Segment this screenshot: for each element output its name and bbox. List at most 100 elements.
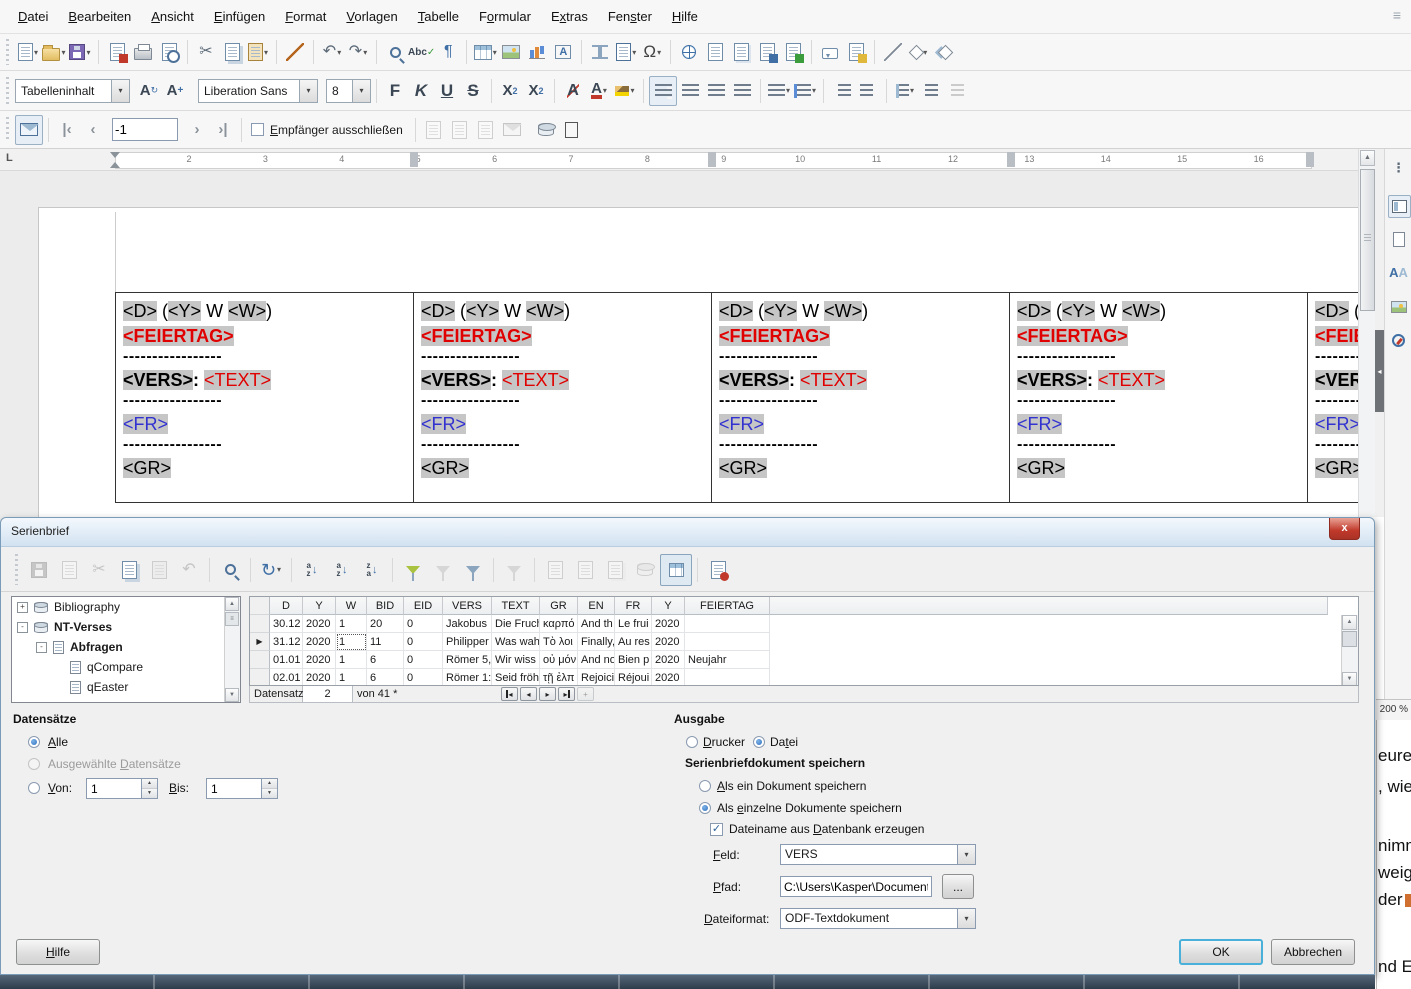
grid-cell[interactable]: And th <box>578 615 615 633</box>
tree-item-bibliography[interactable]: +Bibliography <box>12 597 240 617</box>
formatting-marks-button[interactable]: ¶ <box>435 38 461 66</box>
bis-spinner[interactable]: ▲▼ <box>206 778 278 799</box>
merge-document-button[interactable] <box>703 555 733 585</box>
grid-cell[interactable] <box>685 669 770 686</box>
insert-image-button[interactable] <box>498 38 524 66</box>
ok-button[interactable]: OK <box>1179 939 1263 965</box>
indent-marker-bottom[interactable] <box>110 162 120 168</box>
align-left-button[interactable] <box>649 76 677 106</box>
refresh-button[interactable]: ↻▾ <box>256 555 286 585</box>
feld-combo[interactable]: VERS▾ <box>780 844 976 865</box>
column-header-vers[interactable]: VERS <box>443 597 492 615</box>
last-record-button[interactable]: ▸ <box>558 687 575 701</box>
dialog-titlebar[interactable]: Serienbrief x <box>1 518 1374 547</box>
grid-cell[interactable]: 31.12 <box>270 633 303 651</box>
standard-filter-button[interactable] <box>458 555 488 585</box>
collapse-icon[interactable]: - <box>36 642 47 653</box>
menu-fenster[interactable]: Fenster <box>598 5 662 28</box>
menu-hilfe[interactable]: Hilfe <box>662 5 708 28</box>
grid-cell[interactable]: 6 <box>367 651 404 669</box>
line-spacing-button[interactable]: ▾ <box>892 77 918 105</box>
increase-indent-button[interactable] <box>829 77 855 105</box>
spin-down-icon[interactable]: ▼ <box>262 789 277 798</box>
grid-cell[interactable]: οὐ μόν <box>540 651 578 669</box>
grid-cell[interactable]: 2020 <box>303 615 336 633</box>
grid-cell[interactable]: 02.01 <box>270 669 303 686</box>
dateiname-checkbox[interactable]: ✓ <box>710 823 723 836</box>
column-header-feiertag[interactable]: FEIERTAG <box>685 597 770 615</box>
insert-chart-button[interactable] <box>524 38 550 66</box>
grid-cell[interactable]: Finally, <box>578 633 615 651</box>
merge-field[interactable]: <FR> <box>1315 414 1358 434</box>
previous-record-button[interactable]: ‹ <box>80 116 106 144</box>
help-button[interactable]: Hilfe <box>16 939 100 965</box>
grid-cell[interactable]: τῇ ἐλπ <box>540 669 578 686</box>
column-header-d[interactable]: D <box>270 597 303 615</box>
merge-field[interactable]: <FR> <box>1017 414 1062 434</box>
numbered-list-button[interactable]: ▾ <box>792 77 818 105</box>
cross-reference-button[interactable] <box>780 38 806 66</box>
browse-button[interactable]: ... <box>942 874 974 899</box>
grid-cell[interactable]: 2020 <box>652 669 685 686</box>
scroll-down-button[interactable]: ▼ <box>1342 672 1357 686</box>
combo-arrow-icon[interactable]: ▾ <box>352 80 370 102</box>
merge-fields-table[interactable]: <D> (<Y> W <W>)<FEIERTAG>---------------… <box>115 292 1358 503</box>
grid-cell[interactable]: Römer 5, <box>443 651 492 669</box>
grid-cell[interactable]: Le frui <box>615 615 652 633</box>
grid-cell[interactable]: 0 <box>404 615 443 633</box>
vertical-scrollbar[interactable]: ▲ <box>1358 149 1376 517</box>
column-header-eid[interactable]: EID <box>404 597 443 615</box>
sort-button[interactable]: az↓ <box>297 555 327 585</box>
tree-item-qeaster[interactable]: qEaster <box>12 677 240 697</box>
grid-cell[interactable]: 6 <box>367 669 404 686</box>
record-number-input[interactable] <box>112 118 178 141</box>
datei-radio[interactable] <box>753 736 765 748</box>
cut-button[interactable]: ✂ <box>193 38 219 66</box>
merge-cell[interactable]: <D> (<Y> W <W>)<FEIERTAG>---------------… <box>1010 293 1308 502</box>
merge-field[interactable]: <Y> <box>168 301 201 321</box>
tree-item-abfragen[interactable]: -Abfragen <box>12 637 240 657</box>
drucker-label[interactable]: Drucker <box>703 735 745 749</box>
merge-cell[interactable]: <D> (<Y> W <W>)<FEIERTAG>---------------… <box>116 293 414 502</box>
dateiname-label[interactable]: Dateiname aus Datenbank erzeugen <box>729 822 924 836</box>
table-column-marker[interactable] <box>708 152 716 167</box>
row-marker[interactable] <box>250 669 270 686</box>
sidebar-tab-styles[interactable]: AA <box>1388 262 1409 283</box>
merge-field[interactable]: <D> <box>123 301 157 321</box>
merge-field[interactable]: <GR> <box>123 458 171 478</box>
bis-input[interactable] <box>207 779 265 798</box>
frame-button[interactable] <box>559 116 585 144</box>
merge-field[interactable]: <W> <box>526 301 564 321</box>
tree-scrollbar[interactable]: ▲ ≡ ▼ <box>224 597 240 702</box>
merge-field[interactable]: <TEXT> <box>1098 370 1165 390</box>
merge-field[interactable]: <W> <box>1122 301 1160 321</box>
menu-einfügen[interactable]: Einfügen <box>204 5 275 28</box>
insert-field-button[interactable]: ▾ <box>613 38 639 66</box>
find-record-button[interactable] <box>215 555 245 585</box>
menubar-overflow-icon[interactable]: ≡ <box>1393 7 1401 23</box>
merge-field[interactable]: <VERS> <box>1315 370 1358 390</box>
row-marker[interactable] <box>250 651 270 669</box>
italic-button[interactable]: K <box>408 77 434 105</box>
bold-button[interactable]: F <box>382 77 408 105</box>
sidebar-tab-page[interactable] <box>1388 229 1409 250</box>
merge-field[interactable]: <D> <box>1017 301 1051 321</box>
merge-field[interactable]: <VERS> <box>123 370 193 390</box>
update-style-button[interactable]: A↻ <box>136 77 162 105</box>
menu-formular[interactable]: Formular <box>469 5 541 28</box>
grid-cell[interactable]: Jakobus <box>443 615 492 633</box>
subscript-button[interactable]: X2 <box>523 77 549 105</box>
scroll-up-button[interactable]: ▲ <box>1342 615 1357 630</box>
export-pdf-button[interactable] <box>104 38 130 66</box>
indent-marker-top[interactable] <box>110 152 120 158</box>
spin-down-icon[interactable]: ▼ <box>142 789 157 798</box>
table-row[interactable]: ▶31.1220201110PhilipperWas wahΤὸ λοιFina… <box>250 633 1358 651</box>
grid-cell[interactable]: Neujahr <box>685 651 770 669</box>
merge-field[interactable]: <GR> <box>719 458 767 478</box>
merge-field[interactable]: <FEIERTAG> <box>719 326 830 346</box>
grid-cell[interactable]: 1 <box>336 615 367 633</box>
toolbar-grip[interactable] <box>4 39 11 64</box>
als-einzelne-label[interactable]: Als einzelne Dokumente speichern <box>717 801 902 815</box>
column-header-text[interactable]: TEXT <box>492 597 540 615</box>
basic-shapes-button[interactable]: ▾ <box>906 38 932 66</box>
